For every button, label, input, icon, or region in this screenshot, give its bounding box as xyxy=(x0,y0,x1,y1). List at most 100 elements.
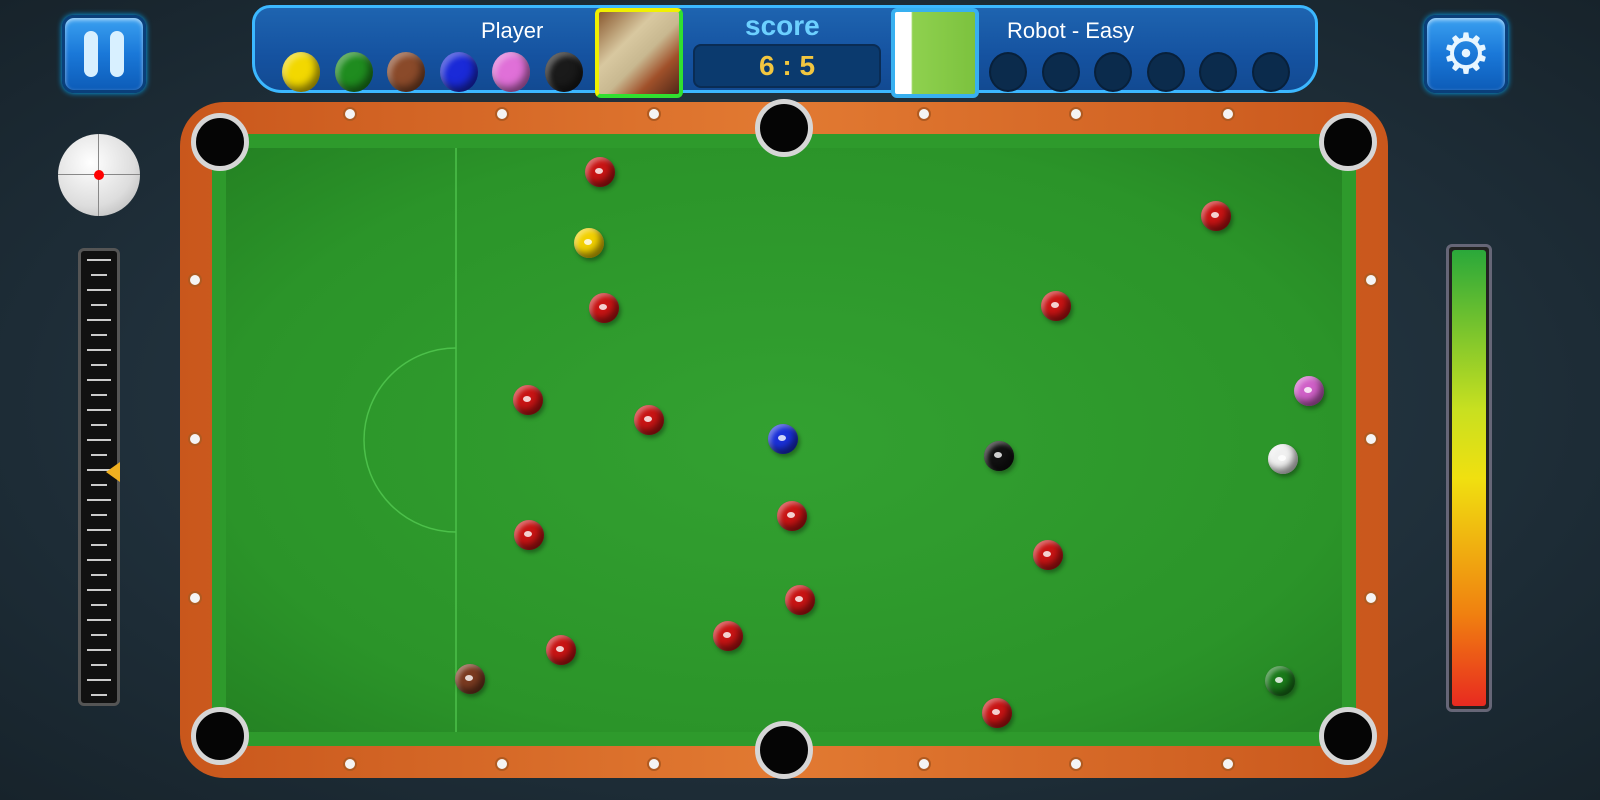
pocket xyxy=(1319,113,1377,171)
pocket xyxy=(755,99,813,157)
slider-tick xyxy=(91,664,107,666)
player-target-ball xyxy=(387,52,425,92)
slider-tick xyxy=(91,514,107,516)
slider-tick xyxy=(87,679,111,681)
red-ball xyxy=(982,698,1012,728)
slider-tick xyxy=(87,499,111,501)
rail-diamond xyxy=(1069,757,1083,771)
pink-ball xyxy=(1294,376,1324,406)
slider-tick xyxy=(87,529,111,531)
slider-tick xyxy=(91,694,107,696)
player-name: Player xyxy=(481,18,544,43)
opponent-ball-slot xyxy=(989,52,1027,92)
slider-tick xyxy=(87,589,111,591)
robot-avatar xyxy=(891,8,979,98)
slider-tick xyxy=(87,409,111,411)
pocket xyxy=(191,707,249,765)
slider-tick xyxy=(87,379,111,381)
pause-icon xyxy=(84,31,98,77)
player-target-ball xyxy=(282,52,320,92)
rail-diamond xyxy=(1364,591,1378,605)
slider-tick xyxy=(91,304,107,306)
slider-tick xyxy=(91,424,107,426)
rail-diamond xyxy=(1364,273,1378,287)
player-target-ball xyxy=(544,52,583,92)
black-ball xyxy=(984,441,1014,471)
spin-selector[interactable] xyxy=(58,134,140,216)
aim-dot xyxy=(94,170,104,180)
power-meter[interactable] xyxy=(1446,244,1492,712)
slider-tick xyxy=(91,394,107,396)
red-ball xyxy=(777,501,807,531)
settings-button[interactable]: ⚙ xyxy=(1424,15,1508,93)
rail-diamond xyxy=(647,107,661,121)
slider-tick xyxy=(91,604,107,606)
power-fill xyxy=(1452,250,1486,706)
slider-tick xyxy=(91,544,107,546)
cue-ball[interactable] xyxy=(1268,444,1298,474)
rail-diamond xyxy=(917,107,931,121)
rail-diamond xyxy=(495,757,509,771)
rail-diamond xyxy=(343,107,357,121)
red-ball xyxy=(785,585,815,615)
rail-diamond xyxy=(647,757,661,771)
rail-diamond xyxy=(1221,757,1235,771)
green-ball xyxy=(1265,666,1295,696)
brown-ball xyxy=(455,664,485,694)
slider-tick xyxy=(87,319,111,321)
slider-tick xyxy=(91,574,107,576)
pocket xyxy=(191,113,249,171)
scoreboard: Player score 6 : 5 Robot - Easy xyxy=(252,5,1318,98)
pocket xyxy=(755,721,813,779)
player-avatar xyxy=(595,8,683,98)
slider-tick xyxy=(91,274,107,276)
slider-tick xyxy=(87,259,111,261)
slider-tick xyxy=(91,484,107,486)
opponent-ball-slot xyxy=(1251,52,1290,92)
red-ball xyxy=(589,293,619,323)
rail-diamond xyxy=(1069,107,1083,121)
player-target-ball xyxy=(334,52,373,92)
red-ball xyxy=(585,157,615,187)
red-ball xyxy=(514,520,544,550)
slider-tick xyxy=(91,634,107,636)
pause-button[interactable] xyxy=(62,15,146,93)
slider-tick xyxy=(87,619,111,621)
rail-diamond xyxy=(188,273,202,287)
player-target-ball xyxy=(439,52,478,92)
slider-marker[interactable] xyxy=(106,462,120,483)
score-label: score xyxy=(745,10,820,41)
rail-diamond xyxy=(1221,107,1235,121)
slider-tick xyxy=(87,559,111,561)
rail-diamond xyxy=(188,591,202,605)
gear-icon: ⚙ xyxy=(1440,22,1492,85)
red-ball xyxy=(1041,291,1071,321)
slider-tick xyxy=(91,454,107,456)
player-target-ball xyxy=(492,52,530,92)
slider-tick xyxy=(87,349,111,351)
opponent-ball-slot xyxy=(1041,52,1080,92)
yellow-ball xyxy=(574,228,604,258)
opponent-ball-slot xyxy=(1146,52,1185,92)
opponent-name: Robot - Easy xyxy=(1007,18,1135,43)
score-value: 6 : 5 xyxy=(693,44,881,88)
slider-tick xyxy=(91,334,107,336)
slider-tick xyxy=(87,649,111,651)
opponent-ball-slot xyxy=(1094,52,1132,92)
pause-icon-bar xyxy=(110,31,124,77)
blue-ball xyxy=(768,424,798,454)
opponent-ball-slot xyxy=(1199,52,1237,92)
rail-diamond xyxy=(917,757,931,771)
red-ball xyxy=(1033,540,1063,570)
slider-tick xyxy=(87,439,111,441)
slider-tick xyxy=(91,364,107,366)
red-ball xyxy=(546,635,576,665)
red-ball xyxy=(1201,201,1231,231)
rail-diamond xyxy=(495,107,509,121)
pocket xyxy=(1319,707,1377,765)
rail-diamond xyxy=(1364,432,1378,446)
red-ball xyxy=(513,385,543,415)
red-ball xyxy=(634,405,664,435)
rail-diamond xyxy=(343,757,357,771)
slider-tick xyxy=(87,289,111,291)
